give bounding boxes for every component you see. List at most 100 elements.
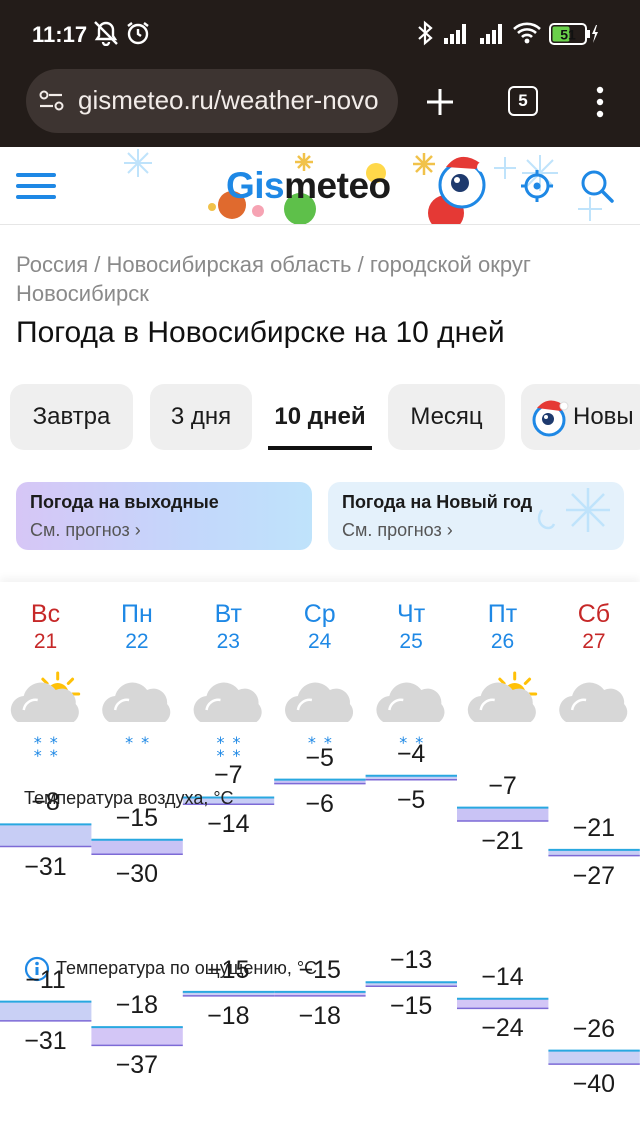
day-name: Ср	[303, 600, 336, 628]
tab-tomorrow[interactable]: Завтра	[10, 384, 133, 450]
min-temperature: −37	[115, 1051, 159, 1080]
forecast-panel: * * * * * * * * * * * * * * Вс 21 Пн 22 Вт 23 Ср 24 Чт 25 Пт 26 С…	[0, 582, 640, 1129]
tab-switcher-button[interactable]: 5	[508, 86, 538, 116]
max-temperature: −15	[298, 955, 341, 984]
new-tab-button[interactable]	[422, 84, 458, 120]
cloud-icon	[285, 682, 354, 722]
max-temperature: −7	[214, 761, 243, 790]
svg-text:51: 51	[560, 27, 576, 43]
temperature-band	[457, 998, 549, 1009]
chevron-right-icon: ›	[446, 520, 453, 540]
max-temperature: −8	[31, 788, 60, 817]
cloud-icon	[376, 682, 445, 722]
browser-chrome: 11:17 51 gismeteo.ru/weather-novo 5	[0, 0, 640, 147]
day-name: Сб	[577, 600, 611, 628]
min-temperature: −15	[389, 992, 433, 1021]
day-date: 24	[308, 630, 332, 653]
min-temperature: −18	[298, 1001, 341, 1030]
max-temperature: −7	[488, 771, 517, 800]
day-name: Чт	[397, 600, 426, 628]
max-temperature: −14	[481, 962, 524, 991]
min-temperature: −21	[481, 827, 524, 856]
promo-weekend-card[interactable]: Погода на выходные См. прогноз ›	[16, 482, 312, 550]
min-temperature: −24	[481, 1014, 524, 1043]
min-temperature: −27	[572, 861, 616, 890]
day-date: 22	[125, 630, 149, 653]
day-column[interactable]: Пн 22	[91, 600, 182, 654]
url-text[interactable]: gismeteo.ru/weather-novo	[78, 85, 392, 116]
temperature-band	[91, 839, 183, 855]
cloud-icon	[193, 682, 262, 722]
temperature-band	[0, 824, 92, 847]
max-temperature: −18	[115, 991, 159, 1020]
day-date: 21	[33, 630, 58, 653]
max-temperature: −21	[572, 813, 616, 842]
day-date: 27	[582, 630, 606, 653]
tab-3-days[interactable]: 3 дня	[150, 384, 252, 450]
snowflake-icon: *	[50, 746, 58, 765]
cloud-icon	[102, 682, 171, 722]
snowflake-icon: *	[125, 733, 133, 752]
site-settings-icon[interactable]	[38, 89, 66, 118]
tab-new-year[interactable]: Новы	[521, 384, 640, 450]
hamburger-menu-icon[interactable]	[16, 171, 56, 206]
cloud-icon	[559, 682, 628, 722]
logo-part-b: meteo	[284, 165, 391, 206]
promo-newyear-title: Погода на Новый год	[342, 492, 533, 512]
promo-weekend-link[interactable]: См. прогноз ›	[30, 520, 298, 541]
day-column[interactable]: Пт 26	[457, 600, 548, 654]
bluetooth-icon	[416, 20, 434, 51]
min-temperature: −30	[115, 860, 159, 889]
address-bar[interactable]: gismeteo.ru/weather-novo	[26, 69, 398, 133]
min-temperature: −14	[207, 810, 250, 839]
max-temperature: −15	[207, 955, 250, 984]
status-time: 11:17	[32, 22, 88, 47]
max-temperature: −11	[25, 965, 66, 994]
sun-cloud-icon	[467, 671, 538, 722]
breadcrumb[interactable]: Россия / Новосибирская область / городск…	[16, 250, 626, 308]
day-column[interactable]: Сб 27	[548, 600, 639, 654]
day-name: Пн	[121, 600, 153, 628]
status-bar: 11:17 51	[0, 0, 640, 68]
day-column[interactable]: Ср 24	[274, 600, 365, 654]
browser-menu-icon[interactable]	[588, 84, 612, 120]
day-date: 25	[399, 630, 423, 653]
snowflake-icon: *	[34, 746, 42, 765]
promo-weekend-title: Погода на выходные	[30, 492, 219, 512]
day-column[interactable]: Вт 23	[183, 600, 274, 654]
mute-icon	[92, 20, 120, 51]
logo-part-a: Gis	[226, 165, 285, 206]
min-temperature: −6	[305, 789, 334, 818]
temperature-band	[548, 1050, 640, 1065]
wifi-icon	[512, 20, 542, 51]
min-temperature: −31	[24, 852, 67, 881]
snowflake-icon: *	[141, 733, 149, 752]
battery-icon: 51	[549, 22, 599, 51]
day-date: 26	[490, 630, 515, 653]
search-icon[interactable]	[580, 169, 614, 208]
promo-newyear-card[interactable]: Погода на Новый год См. прогноз ›	[328, 482, 624, 550]
promo-newyear-link[interactable]: См. прогноз ›	[342, 520, 610, 541]
max-temperature: −26	[572, 1014, 616, 1043]
min-temperature: −5	[396, 785, 426, 814]
temperature-band	[0, 1001, 92, 1021]
max-temperature: −4	[396, 739, 426, 768]
day-name: Пт	[487, 600, 518, 628]
day-column[interactable]: Чт 25	[366, 600, 457, 654]
day-name: Вт	[214, 600, 242, 628]
signal-2-icon	[478, 20, 506, 51]
alarm-icon	[125, 20, 151, 51]
min-temperature: −31	[24, 1026, 67, 1055]
temperature-band	[91, 1027, 183, 1046]
day-date: 23	[216, 630, 240, 653]
min-temperature: −18	[207, 1001, 250, 1030]
mascot-icon	[529, 396, 569, 450]
temperature-band	[457, 807, 549, 822]
location-icon[interactable]	[520, 169, 554, 208]
day-column[interactable]: Вс 21	[0, 600, 91, 654]
day-name: Вс	[30, 600, 61, 628]
tab-new-year-label: Новы	[573, 403, 634, 430]
tab-month[interactable]: Месяц	[388, 384, 505, 450]
gismeteo-logo[interactable]: Gismeteo	[226, 165, 391, 207]
tab-10-days[interactable]: 10 дней	[268, 384, 372, 450]
